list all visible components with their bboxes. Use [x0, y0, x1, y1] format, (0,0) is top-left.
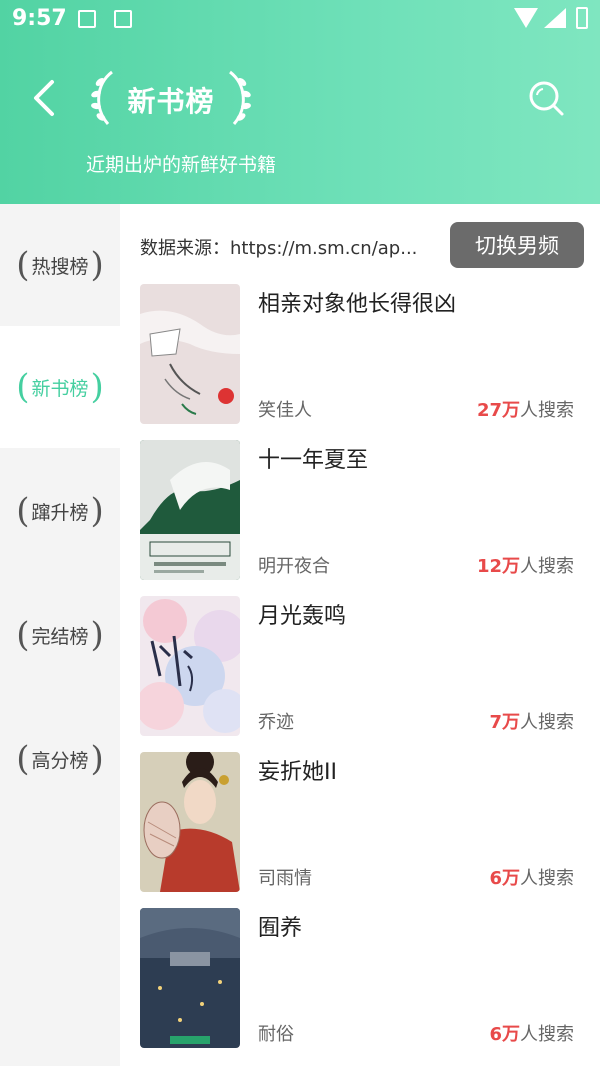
- sidebar-item-label: 蹿升榜: [31, 501, 89, 524]
- search-count-suffix: 人搜索: [520, 1024, 574, 1045]
- bracket-left-icon: (: [16, 615, 30, 655]
- search-count-value: 12万: [476, 556, 520, 577]
- bracket-right-icon: ): [90, 245, 104, 285]
- sidebar-item-label: 热搜榜: [31, 255, 89, 278]
- bracket-right-icon: ): [90, 615, 104, 655]
- search-count-value: 7万: [489, 712, 520, 733]
- page-subtitle: 近期出炉的新鲜好书籍: [86, 154, 277, 176]
- sidebar-item-top-rated[interactable]: ( 高分榜 ): [0, 698, 120, 820]
- search-icon[interactable]: [526, 78, 566, 118]
- book-item[interactable]: 妄折她II 司雨情 6万人搜索: [140, 752, 580, 894]
- back-arrow-icon[interactable]: [28, 78, 62, 118]
- search-count-value: 27万: [476, 400, 520, 421]
- book-title: 月光轰鸣: [258, 604, 347, 629]
- search-count-suffix: 人搜索: [520, 556, 574, 577]
- status-bar: 9:57: [0, 0, 600, 42]
- search-count-value: 6万: [489, 868, 520, 889]
- book-item[interactable]: 相亲对象他长得很凶 笑佳人 27万人搜索: [140, 284, 580, 426]
- book-search-count: 7万人搜索: [489, 708, 574, 734]
- bracket-left-icon: (: [16, 245, 30, 285]
- book-item[interactable]: 月光轰鸣 乔迹 7万人搜索: [140, 596, 580, 738]
- sidebar-item-rising[interactable]: ( 蹿升榜 ): [0, 450, 120, 572]
- signal-icon: [544, 8, 566, 28]
- search-count-suffix: 人搜索: [520, 400, 574, 421]
- book-author: 笑佳人: [258, 400, 312, 421]
- book-item[interactable]: 十一年夏至 明开夜合 12万人搜索: [140, 440, 580, 582]
- book-search-count: 6万人搜索: [489, 1020, 574, 1046]
- book-author: 司雨情: [258, 868, 312, 889]
- bracket-left-icon: (: [16, 367, 30, 407]
- book-cover: [140, 752, 240, 892]
- bracket-right-icon: ): [90, 491, 104, 531]
- book-search-count: 27万人搜索: [477, 396, 574, 422]
- book-title: 囿养: [258, 916, 303, 941]
- sidebar-item-completed[interactable]: ( 完结榜 ): [0, 574, 120, 696]
- book-cover: [140, 284, 240, 424]
- status-time: 9:57: [12, 6, 67, 31]
- book-cover: [140, 596, 240, 736]
- switch-male-channel-button[interactable]: 切换男频: [450, 222, 584, 268]
- laurel-right-icon: [229, 70, 251, 125]
- book-author: 明开夜合: [258, 556, 330, 577]
- book-search-count: 6万人搜索: [489, 864, 574, 890]
- data-source-text: 数据来源：https://m.sm.cn/ap...: [140, 238, 418, 259]
- bracket-right-icon: ): [90, 367, 104, 407]
- image-notification-icon: [78, 10, 96, 28]
- book-title: 相亲对象他长得很凶: [258, 292, 457, 317]
- sidebar-item-label: 完结榜: [31, 625, 89, 648]
- book-search-count: 12万人搜索: [477, 552, 574, 578]
- header: 9:57 新书榜 近期出炉的新鲜好书籍: [0, 0, 600, 204]
- sidebar-item-new-books[interactable]: ( 新书榜 ): [0, 326, 120, 448]
- wifi-icon: [514, 8, 538, 28]
- page-title: 新书榜: [127, 85, 215, 118]
- battery-icon: [576, 7, 588, 29]
- laurel-left-icon: [91, 70, 113, 125]
- bracket-left-icon: (: [16, 739, 30, 779]
- book-title: 十一年夏至: [258, 448, 369, 473]
- book-list-panel: 数据来源：https://m.sm.cn/ap... 切换男频 相亲对象他长得很…: [120, 204, 600, 1066]
- ranking-sidebar: ( 热搜榜 ) ( 新书榜 ) ( 蹿升榜 ) ( 完结榜 ) ( 高分榜 ): [0, 204, 120, 1066]
- book-cover: [140, 440, 240, 580]
- sidebar-item-label: 新书榜: [31, 377, 89, 400]
- app-notification-icon: [114, 10, 132, 28]
- book-item[interactable]: 囿养 耐俗 6万人搜索: [140, 908, 580, 1050]
- sidebar-item-label: 高分榜: [31, 749, 89, 772]
- bracket-left-icon: (: [16, 491, 30, 531]
- book-cover: [140, 908, 240, 1048]
- title-emblem: 新书榜: [86, 66, 256, 130]
- bracket-right-icon: ): [90, 739, 104, 779]
- book-author: 耐俗: [258, 1024, 294, 1045]
- search-count-suffix: 人搜索: [520, 868, 574, 889]
- sidebar-item-hot-search[interactable]: ( 热搜榜 ): [0, 204, 120, 326]
- book-title: 妄折她II: [258, 760, 337, 785]
- search-count-suffix: 人搜索: [520, 712, 574, 733]
- book-author: 乔迹: [258, 712, 294, 733]
- search-count-value: 6万: [489, 1024, 520, 1045]
